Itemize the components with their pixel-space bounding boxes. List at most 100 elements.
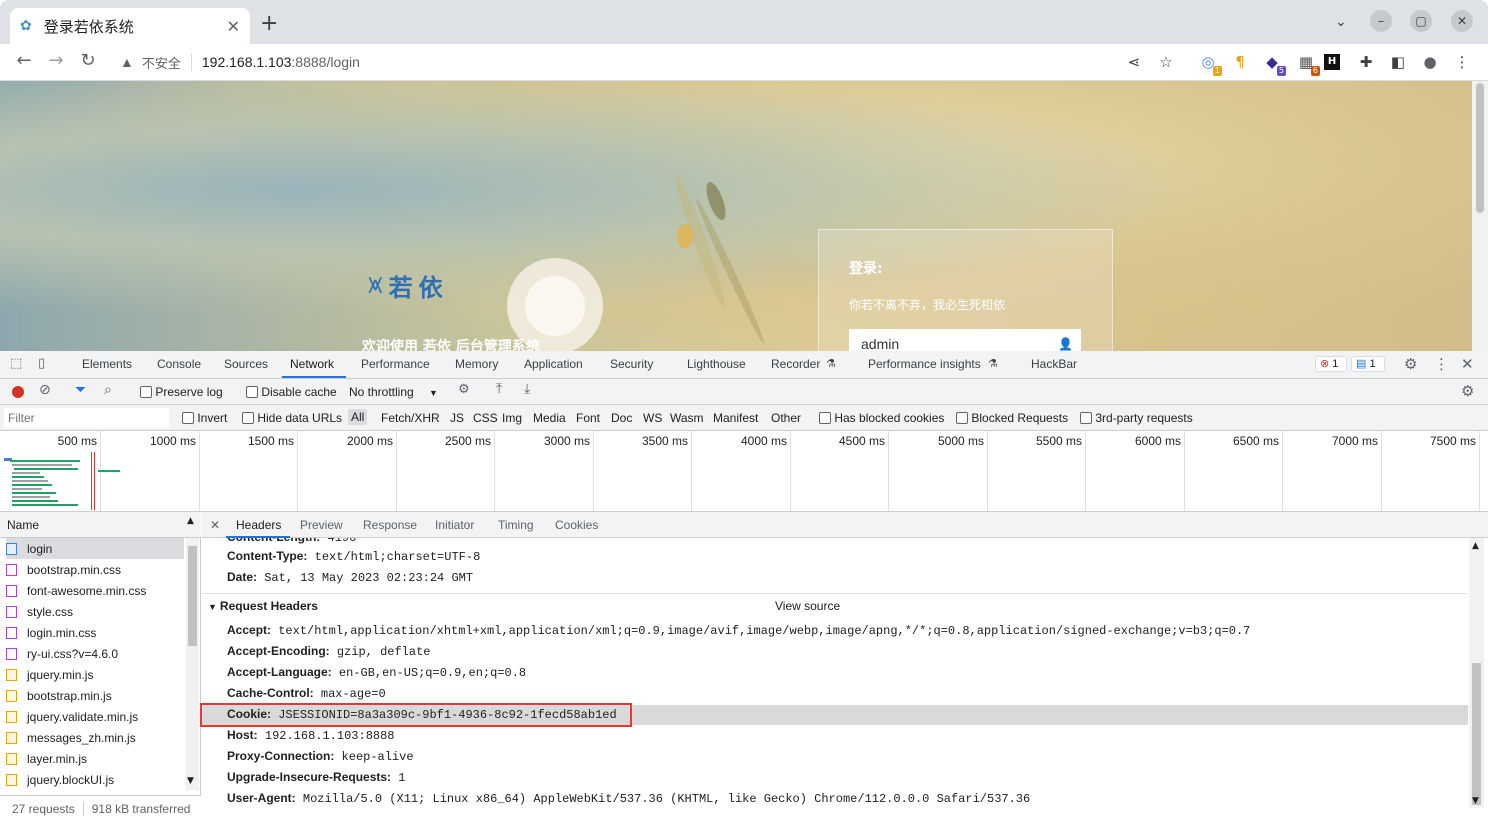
message-counter[interactable]: ▤ 1	[1351, 356, 1385, 372]
tab-elements[interactable]: Elements	[82, 357, 132, 371]
tab-performance[interactable]: Performance	[361, 357, 430, 371]
extension-search-icon[interactable]: ◎ 1	[1198, 52, 1222, 76]
inspect-element-icon[interactable]: ⬚	[10, 356, 22, 371]
name-column-header[interactable]: Name ▲	[0, 512, 201, 538]
filter-type-manifest[interactable]: Manifest	[713, 411, 758, 425]
request-list-scrollbar[interactable]	[186, 538, 199, 790]
tab-console[interactable]: Console	[157, 357, 201, 371]
request-row[interactable]: bootstrap.min.css	[6, 559, 184, 580]
tab-lighthouse[interactable]: Lighthouse	[687, 357, 746, 371]
tab-security[interactable]: Security	[610, 357, 653, 371]
tab-search-chevron-icon[interactable]: ⌄	[1335, 14, 1347, 30]
invert-checkbox[interactable]: Invert	[182, 411, 227, 425]
filter-type-img[interactable]: Img	[502, 411, 522, 425]
filter-type-fetch-xhr[interactable]: Fetch/XHR	[381, 411, 440, 425]
disable-cache-checkbox[interactable]: Disable cache	[246, 385, 337, 399]
search-icon[interactable]: ⌕	[104, 382, 112, 398]
blocked-requests-checkbox[interactable]: Blocked Requests	[956, 411, 1068, 425]
preserve-log-checkbox[interactable]: Preserve log	[140, 385, 223, 399]
record-icon[interactable]	[12, 386, 24, 398]
minimize-window-button[interactable]: –	[1370, 10, 1392, 32]
request-row[interactable]: layer.min.js	[6, 748, 184, 769]
tab-network[interactable]: Network	[290, 357, 334, 371]
tab-timing[interactable]: Timing	[498, 518, 534, 532]
extensions-puzzle-icon[interactable]: ✚	[1356, 52, 1376, 72]
hide-data-urls-checkbox[interactable]: Hide data URLs	[242, 411, 342, 425]
throttling-select[interactable]: No throttling ▼	[349, 385, 438, 399]
reload-icon[interactable]: ↻	[76, 50, 100, 71]
hide-data-urls-box[interactable]	[242, 412, 254, 424]
request-row[interactable]: jquery.blockUI.js	[6, 769, 184, 790]
side-panel-icon[interactable]: ◧	[1388, 52, 1408, 72]
network-conditions-icon[interactable]: ⚙	[458, 382, 470, 397]
maximize-window-button[interactable]: ▢	[1410, 10, 1432, 32]
request-headers-section[interactable]: ▼ Request Headers	[208, 599, 318, 613]
scroll-down-icon[interactable]: ▼	[187, 776, 194, 786]
request-row[interactable]: jquery.validate.min.js	[6, 706, 184, 727]
import-har-icon[interactable]: ⤒	[496, 381, 502, 397]
forward-arrow-icon[interactable]: →	[44, 50, 68, 71]
filter-type-doc[interactable]: Doc	[611, 411, 632, 425]
close-window-button[interactable]: ✕	[1451, 10, 1473, 32]
tab-hackbar[interactable]: HackBar	[1031, 357, 1077, 371]
sort-up-icon[interactable]: ▲	[187, 516, 194, 526]
devtools-close-icon[interactable]: ✕	[1461, 355, 1474, 373]
view-source-link[interactable]: View source	[775, 599, 840, 613]
detail-scrollbar[interactable]	[1469, 538, 1484, 808]
filter-type-font[interactable]: Font	[576, 411, 600, 425]
tab-cookies[interactable]: Cookies	[555, 518, 598, 532]
error-counter[interactable]: ⊗ 1	[1315, 356, 1347, 372]
tab-initiator[interactable]: Initiator	[435, 518, 474, 532]
extension-wappalyzer-icon[interactable]: ◆ 5	[1262, 52, 1286, 76]
back-arrow-icon[interactable]: ←	[12, 50, 36, 71]
device-toolbar-icon[interactable]: ▯	[38, 356, 45, 371]
detail-scroll-up-icon[interactable]: ▲	[1472, 541, 1479, 551]
filter-type-css[interactable]: CSS	[473, 411, 498, 425]
third-party-checkbox[interactable]: 3rd-party requests	[1080, 411, 1193, 425]
blocked-cookies-checkbox[interactable]: Has blocked cookies	[819, 411, 944, 425]
share-icon[interactable]: ⋖	[1124, 52, 1144, 72]
request-row[interactable]: ry-ui.css?v=4.6.0	[6, 643, 184, 664]
page-scrollbar[interactable]	[1472, 81, 1488, 351]
tab-performance-insights[interactable]: Performance insights	[868, 357, 981, 371]
filter-type-other[interactable]: Other	[771, 411, 801, 425]
browser-menu-icon[interactable]: ⋮	[1452, 52, 1472, 72]
request-row[interactable]: style.css	[6, 601, 184, 622]
extension-h-icon[interactable]: H	[1324, 54, 1340, 70]
tab-memory[interactable]: Memory	[455, 357, 498, 371]
filter-input[interactable]	[4, 408, 169, 428]
disable-cache-box[interactable]	[246, 386, 258, 398]
detail-scroll-down-icon[interactable]: ▼	[1472, 796, 1479, 806]
devtools-more-icon[interactable]: ⋮	[1434, 355, 1449, 373]
filter-type-ws[interactable]: WS	[643, 411, 662, 425]
browser-tab[interactable]: ✿ 登录若依系统 ✕	[10, 8, 250, 44]
profile-avatar-icon[interactable]: ●	[1420, 52, 1440, 72]
tab-headers[interactable]: Headers	[236, 518, 281, 532]
new-tab-button[interactable]: +	[260, 12, 278, 36]
tab-response[interactable]: Response	[363, 518, 417, 532]
request-row[interactable]: bootstrap.min.js	[6, 685, 184, 706]
extension-paragraph-icon[interactable]: ¶	[1230, 52, 1250, 72]
filter-type-js[interactable]: JS	[450, 411, 464, 425]
devtools-settings-gear-icon[interactable]: ⚙	[1404, 355, 1417, 373]
tab-recorder[interactable]: Recorder	[771, 357, 820, 371]
preserve-log-box[interactable]	[140, 386, 152, 398]
page-scrollbar-thumb[interactable]	[1476, 83, 1484, 213]
request-list-scrollbar-thumb[interactable]	[188, 546, 197, 646]
request-row[interactable]: login.min.css	[6, 622, 184, 643]
detail-scrollbar-thumb[interactable]	[1472, 663, 1481, 805]
tab-preview[interactable]: Preview	[300, 518, 343, 532]
filter-type-media[interactable]: Media	[533, 411, 566, 425]
filter-type-all[interactable]: All	[348, 409, 368, 425]
request-row[interactable]: jquery.min.js	[6, 664, 184, 685]
filter-funnel-icon[interactable]: ⏷	[75, 382, 86, 398]
close-detail-icon[interactable]: ✕	[210, 518, 220, 532]
request-row[interactable]: login	[6, 538, 184, 559]
tab-sources[interactable]: Sources	[224, 357, 268, 371]
tab-application[interactable]: Application	[524, 357, 583, 371]
export-har-icon[interactable]: ⤓	[524, 381, 530, 397]
address-bar[interactable]: ▲ 不安全 192.168.1.103 :8888/login	[108, 47, 1188, 77]
request-row[interactable]: font-awesome.min.css	[6, 580, 184, 601]
blocked-cookies-box[interactable]	[819, 412, 831, 424]
clear-icon[interactable]: ⊘	[39, 382, 51, 398]
